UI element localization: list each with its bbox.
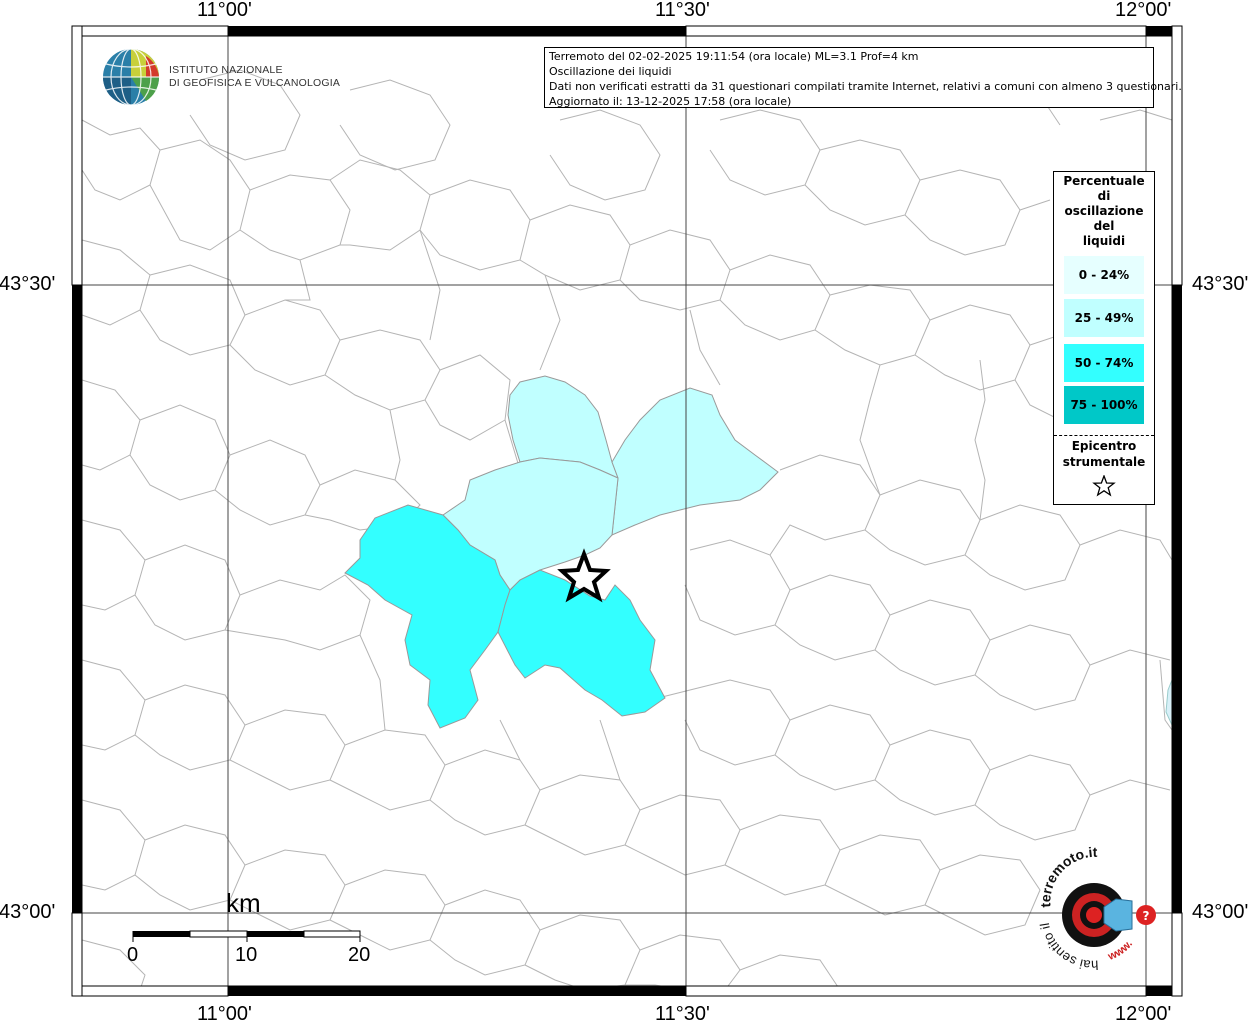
- data-note: Dati non verificati estratti da 31 quest…: [549, 80, 1182, 93]
- lon-label-bottom-1200: 12°00': [1115, 1003, 1172, 1025]
- lat-label-left-4300: 43°00': [0, 901, 56, 923]
- ingv-globe-icon: [103, 48, 160, 106]
- legend-title-line: oscillazione: [1064, 204, 1144, 218]
- lon-label-top-1200: 12°00': [1115, 0, 1172, 21]
- legend-class-75-100: 75 - 100%: [1064, 386, 1144, 424]
- institute-line-1: ISTITUTO NAZIONALE: [169, 64, 283, 76]
- epicenter-label-line: strumentale: [1062, 455, 1146, 469]
- lon-label-top-1100: 11°00': [197, 0, 252, 21]
- legend-divider: [1054, 435, 1154, 436]
- event-title: Terremoto del 02-02-2025 19:11:54 (ora l…: [549, 50, 919, 63]
- map-subject: Oscillazione dei liquidi: [549, 65, 672, 78]
- intensity-map: ? terremoto.it hai sentito il www.: [0, 0, 1256, 1024]
- legend-class-0-24: 0 - 24%: [1064, 256, 1144, 294]
- scale-unit-label: km: [226, 888, 261, 918]
- legend-title-line: liquidi: [1082, 234, 1126, 248]
- event-info-box: Terremoto del 02-02-2025 19:11:54 (ora l…: [544, 47, 1182, 108]
- lon-label-top-1130: 11°30': [655, 0, 710, 21]
- scale-label-20: 20: [348, 944, 371, 966]
- update-time: Aggiornato il: 13-12-2025 17:58 (ora loc…: [549, 95, 792, 108]
- legend-class-25-49: 25 - 49%: [1064, 299, 1144, 337]
- lat-label-right-4330: 43°30': [1192, 273, 1249, 295]
- scale-label-10: 10: [235, 944, 258, 966]
- svg-text:?: ?: [1143, 909, 1150, 923]
- legend-title-line: Percentuale: [1063, 174, 1145, 188]
- star-outline-icon: [1092, 475, 1116, 497]
- institute-name: ISTITUTO NAZIONALE DI GEOFISICA E VULCAN…: [169, 64, 340, 90]
- epicenter-legend-label: Epicentro strumentale: [1054, 438, 1154, 470]
- lat-label-right-4300: 43°00': [1192, 901, 1249, 923]
- legend-title-line: del: [1093, 219, 1115, 233]
- lon-label-bottom-1130: 11°30': [655, 1003, 710, 1025]
- scale-label-0: 0: [127, 944, 139, 966]
- epicenter-label-line: Epicentro: [1071, 439, 1137, 453]
- legend: Percentuale di oscillazione del liquidi …: [1053, 171, 1155, 505]
- lon-label-bottom-1100: 11°00': [197, 1003, 252, 1025]
- lat-label-left-4330: 43°30': [0, 273, 56, 295]
- legend-title: Percentuale di oscillazione del liquidi: [1054, 174, 1154, 249]
- legend-title-line: di: [1097, 189, 1111, 203]
- institute-line-2: DI GEOFISICA E VULCANOLOGIA: [169, 77, 341, 89]
- legend-class-50-74: 50 - 74%: [1064, 344, 1144, 382]
